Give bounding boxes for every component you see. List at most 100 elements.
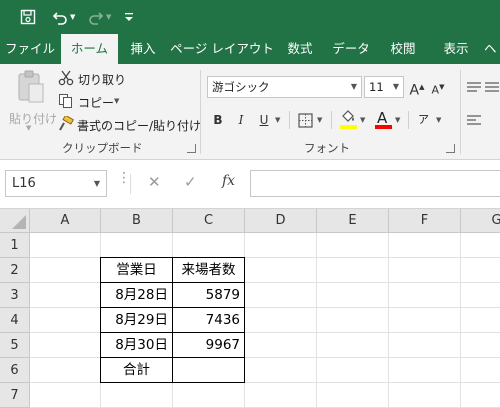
chevron-down-icon[interactable]: ▼ [275,116,280,124]
phonetic-guide-button[interactable]: ア ▼ [416,109,446,131]
select-all-button[interactable] [0,209,30,233]
dialog-launcher-icon[interactable] [187,144,196,153]
customize-qat-button[interactable] [124,0,136,34]
cell-f3[interactable] [389,283,461,308]
cell-e7[interactable] [317,383,389,408]
cell-g7[interactable] [461,383,500,408]
cell-e4[interactable] [317,308,389,333]
cell-g6[interactable] [461,358,500,383]
italic-button[interactable]: I [232,109,250,131]
cell-b2[interactable]: 営業日 [101,258,173,283]
row-header-4[interactable]: 4 [0,308,30,333]
tab-formulas[interactable]: 数式 [278,34,322,64]
row-header-1[interactable]: 1 [0,233,30,258]
cell-d7[interactable] [245,383,317,408]
insert-function-button[interactable]: fx [222,173,235,189]
cell-g1[interactable] [461,233,500,258]
align-top-icon[interactable] [466,81,482,95]
cell-a7[interactable] [30,383,101,408]
tab-page-layout[interactable]: ページ レイアウト [170,34,274,64]
cell-e2[interactable] [317,258,389,283]
save-button[interactable] [20,0,40,34]
column-header-e[interactable]: E [317,209,389,233]
cell-a2[interactable] [30,258,101,283]
cell-d3[interactable] [245,283,317,308]
grow-font-button[interactable]: A▲ [408,76,426,99]
column-header-g[interactable]: G [461,209,500,233]
cell-g2[interactable] [461,258,500,283]
cut-button[interactable]: 切り取り [58,68,148,88]
cell-b6[interactable]: 合計 [101,358,173,383]
undo-button[interactable]: ▼ [52,0,80,34]
cell-f6[interactable] [389,358,461,383]
cell-d6[interactable] [245,358,317,383]
underline-button[interactable]: U [255,109,273,131]
cell-d4[interactable] [245,308,317,333]
cell-b4[interactable]: 8月29日 [101,308,173,333]
cell-c5[interactable]: 9967 [173,333,245,358]
cell-c7[interactable] [173,383,245,408]
column-header-f[interactable]: F [389,209,461,233]
cell-d5[interactable] [245,333,317,358]
enter-icon[interactable]: ✓ [184,173,197,191]
cell-a4[interactable] [30,308,101,333]
cell-a5[interactable] [30,333,101,358]
cell-b1[interactable] [101,233,173,258]
row-header-6[interactable]: 6 [0,358,30,383]
cell-f5[interactable] [389,333,461,358]
format-painter-button[interactable]: 書式のコピー/貼り付け [58,114,201,134]
cell-b7[interactable] [101,383,173,408]
cell-e5[interactable] [317,333,389,358]
row-header-3[interactable]: 3 [0,283,30,308]
cell-c1[interactable] [173,233,245,258]
font-name-select[interactable]: 游ゴシック ▼ [207,76,362,98]
column-header-a[interactable]: A [30,209,101,233]
cell-c2[interactable]: 来場者数 [173,258,245,283]
font-size-select[interactable]: 11 ▼ [364,76,404,98]
cell-g3[interactable] [461,283,500,308]
copy-button[interactable]: コピー ▼ [58,91,148,111]
cell-e6[interactable] [317,358,389,383]
resize-handle-icon[interactable]: ⋮ [117,171,131,185]
cell-g4[interactable] [461,308,500,333]
cell-a3[interactable] [30,283,101,308]
tab-data[interactable]: データ [326,34,376,64]
tab-insert[interactable]: 挿入 [120,34,166,64]
cell-f7[interactable] [389,383,461,408]
tab-help[interactable]: ヘ [484,34,500,64]
borders-button[interactable]: ▼ [298,112,328,130]
redo-button[interactable]: ▼ [88,0,116,34]
font-color-button[interactable]: A ▼ [375,109,405,132]
cell-a1[interactable] [30,233,101,258]
cell-f1[interactable] [389,233,461,258]
cell-f4[interactable] [389,308,461,333]
align-left-icon[interactable] [484,81,500,95]
formula-input[interactable] [250,170,500,197]
tab-view[interactable]: 表示 [430,34,482,64]
dialog-launcher-icon[interactable] [446,144,455,153]
shrink-font-button[interactable]: A▼ [430,76,446,98]
tab-file[interactable]: ファイル [0,34,60,64]
row-header-2[interactable]: 2 [0,258,30,283]
fill-color-button[interactable]: ▼ [340,110,370,132]
cell-b5[interactable]: 8月30日 [101,333,173,358]
column-header-d[interactable]: D [245,209,317,233]
column-header-c[interactable]: C [173,209,245,233]
paste-button[interactable]: 貼り付け ▼ [8,70,57,132]
cell-d1[interactable] [245,233,317,258]
row-header-5[interactable]: 5 [0,333,30,358]
name-box[interactable]: L16 ▼ [5,170,107,197]
tab-review[interactable]: 校閲 [380,34,426,64]
column-header-b[interactable]: B [101,209,173,233]
cell-d2[interactable] [245,258,317,283]
align-left-icon[interactable] [466,114,482,128]
cell-c3[interactable]: 5879 [173,283,245,308]
cell-e1[interactable] [317,233,389,258]
cell-g5[interactable] [461,333,500,358]
cell-c4[interactable]: 7436 [173,308,245,333]
cell-a6[interactable] [30,358,101,383]
cell-b3[interactable]: 8月28日 [101,283,173,308]
cancel-icon[interactable]: ✕ [148,173,161,191]
cell-e3[interactable] [317,283,389,308]
cell-c6[interactable] [173,358,245,383]
